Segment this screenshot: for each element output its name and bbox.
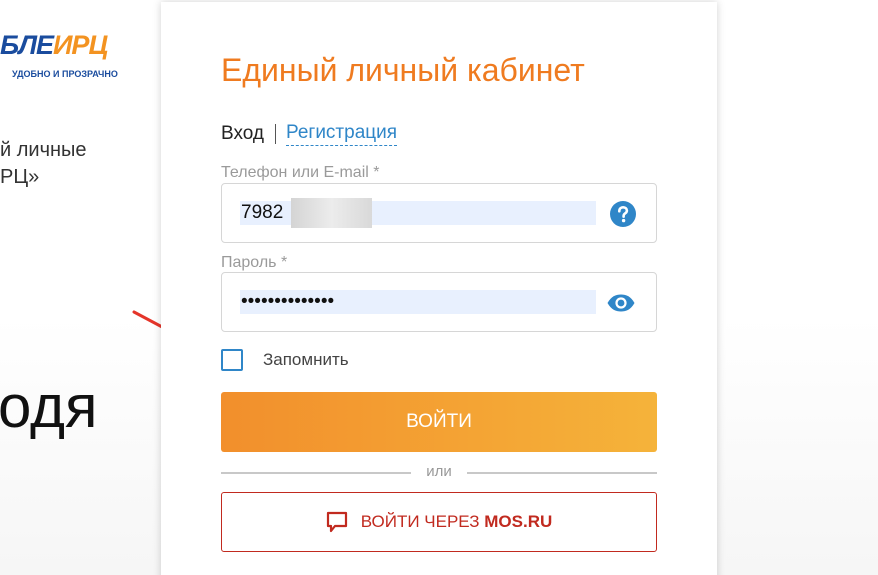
remember-checkbox[interactable]: [221, 349, 243, 371]
password-input[interactable]: [240, 290, 596, 314]
brand-tagline: УДОБНО И ПРОЗРАЧНО: [12, 69, 118, 79]
login-page: БЛЕИРЦ УДОБНО И ПРОЗРАЧНО й личные РЦ» о…: [0, 0, 878, 575]
brand-logo-accent: ИРЦ: [53, 30, 108, 60]
phone-field-label: Телефон или E-mail *: [221, 164, 380, 181]
question-circle-icon[interactable]: [610, 201, 636, 227]
background-caption-line1: й личные: [0, 139, 87, 161]
eye-icon[interactable]: [606, 293, 636, 313]
login-card: Единый личный кабинет Вход Регистрация Т…: [161, 2, 717, 575]
mos-login-button[interactable]: ВОЙТИ ЧЕРЕЗ MOS.RU: [221, 492, 657, 552]
mos-login-label: ВОЙТИ ЧЕРЕЗ MOS.RU: [361, 512, 553, 532]
remember-label[interactable]: Запомнить: [263, 350, 349, 370]
login-button[interactable]: ВОЙТИ: [221, 392, 657, 452]
tab-divider: [274, 124, 276, 144]
password-field: [221, 272, 657, 332]
or-divider: или: [221, 462, 657, 482]
brand-logo-main: БЛЕ: [0, 30, 54, 60]
password-field-label: Пароль *: [221, 254, 288, 271]
chat-bubble-icon: [326, 511, 347, 533]
page-title: Единый личный кабинет: [221, 52, 585, 88]
mos-login-brand: MOS.RU: [484, 512, 553, 531]
brand-logo: БЛЕИРЦ: [0, 30, 108, 61]
tab-register[interactable]: Регистрация: [285, 122, 398, 146]
divider-line-right: [467, 472, 657, 474]
auth-tabs: Вход Регистрация: [221, 122, 398, 146]
tab-login[interactable]: Вход: [221, 123, 264, 145]
redacted-area: [291, 198, 372, 228]
remember-me[interactable]: Запомнить: [221, 349, 349, 371]
background-caption-line2: РЦ»: [0, 166, 40, 188]
mos-login-prefix: ВОЙТИ ЧЕРЕЗ: [360, 512, 485, 531]
phone-field: [221, 183, 657, 243]
background-headline: одя: [0, 373, 98, 440]
background-caption: й личные РЦ»: [0, 137, 87, 191]
